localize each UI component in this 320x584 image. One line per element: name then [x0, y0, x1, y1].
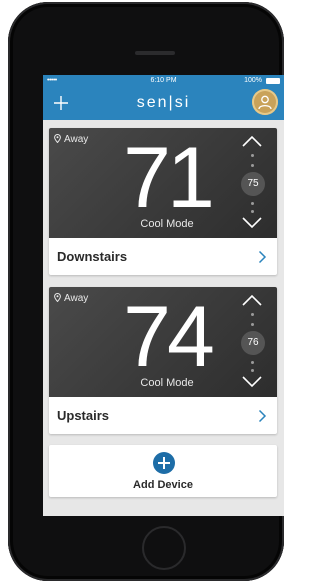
chevron-up-icon[interactable] [241, 134, 263, 148]
scale-dot [251, 369, 254, 372]
home-button[interactable] [142, 526, 186, 570]
app-header: sen|si [43, 87, 284, 120]
scale-dot [251, 154, 254, 157]
current-temperature: 74 [123, 289, 215, 385]
chevron-up-icon[interactable] [241, 293, 263, 307]
scale-dot [251, 361, 254, 364]
add-circle [153, 452, 175, 474]
scale-dot [251, 210, 254, 213]
chevron-down-icon[interactable] [241, 216, 263, 230]
scale-dot [251, 202, 254, 205]
away-label: Away [64, 293, 89, 304]
room-row[interactable]: Downstairs [49, 238, 277, 275]
setpoint-value: 76 [241, 331, 265, 355]
away-status: Away [54, 134, 88, 145]
mode-label: Cool Mode [140, 218, 194, 230]
current-temperature: 71 [123, 130, 215, 226]
room-name: Downstairs [57, 249, 128, 264]
chevron-right-icon [258, 250, 267, 264]
app-screen: ••••• 6:10 PM 100% sen|si Away 71 Cool M… [43, 75, 284, 516]
phone-frame: ••••• 6:10 PM 100% sen|si Away 71 Cool M… [8, 2, 284, 581]
location-pin-icon [54, 134, 61, 143]
battery-icon [266, 78, 280, 84]
add-device-label: Add Device [133, 479, 193, 491]
scale-dot [251, 323, 254, 326]
thermostat-card[interactable]: Away 71 Cool Mode 75 Downstairs [49, 128, 277, 275]
chevron-right-icon [258, 409, 267, 423]
away-label: Away [64, 134, 89, 145]
profile-button[interactable] [252, 89, 278, 115]
away-status: Away [54, 293, 88, 304]
battery-percent: 100% [244, 77, 262, 84]
thermostat-display: Away 71 Cool Mode 75 [49, 128, 277, 238]
mode-label: Cool Mode [140, 377, 194, 389]
user-avatar-icon [258, 95, 272, 110]
room-row[interactable]: Upstairs [49, 397, 277, 434]
scale-dot [251, 313, 254, 316]
chevron-down-icon[interactable] [241, 375, 263, 389]
thermostat-card[interactable]: Away 74 Cool Mode 76 Upstairs [49, 287, 277, 434]
location-pin-icon [54, 293, 61, 302]
plus-icon [158, 457, 170, 469]
status-bar: ••••• 6:10 PM 100% [43, 75, 284, 87]
thermostat-display: Away 74 Cool Mode 76 [49, 287, 277, 397]
setpoint-value: 75 [241, 172, 265, 196]
speaker-grille [135, 51, 175, 55]
add-device-button[interactable]: Add Device [49, 445, 277, 497]
brand-logo: sen|si [136, 94, 191, 111]
scale-dot [251, 164, 254, 167]
room-name: Upstairs [57, 408, 110, 423]
